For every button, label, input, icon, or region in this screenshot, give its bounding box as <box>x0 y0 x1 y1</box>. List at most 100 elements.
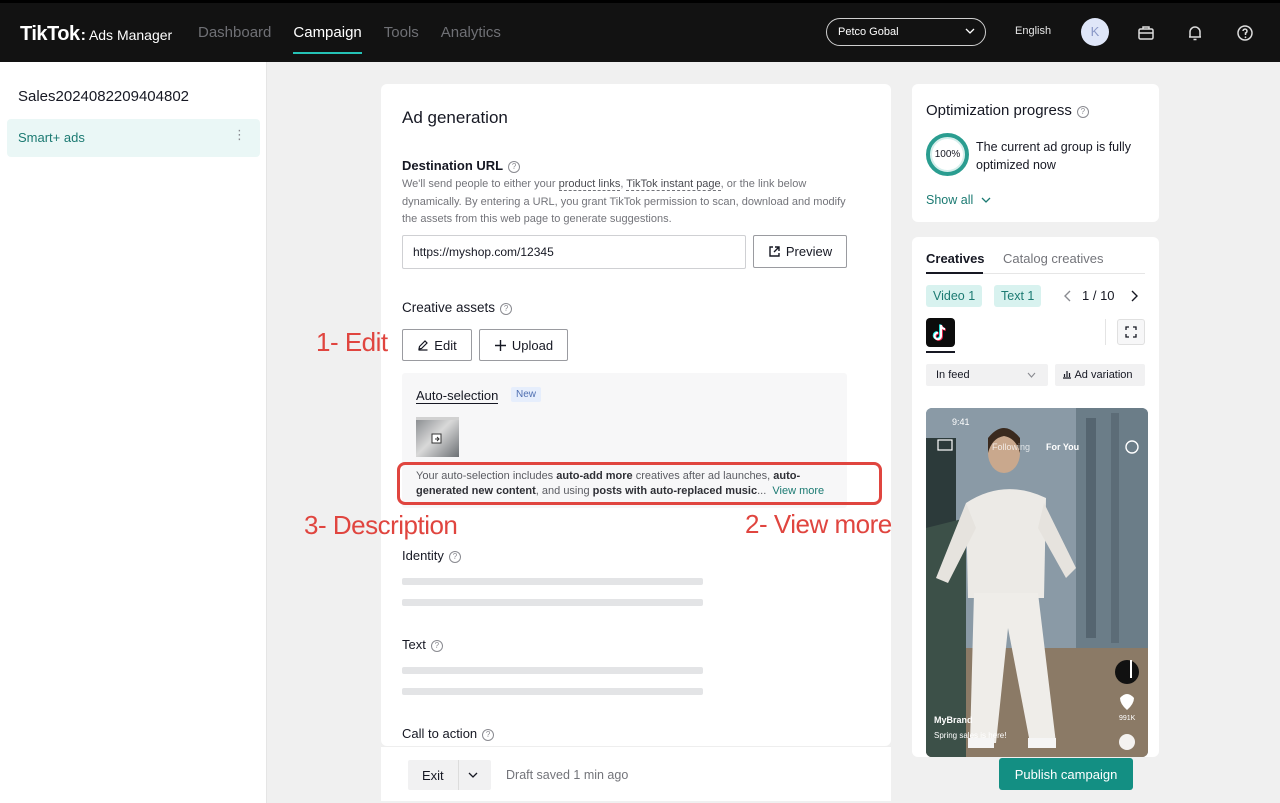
help-icon[interactable]: ? <box>500 303 513 315</box>
preview-label: Preview <box>785 244 833 259</box>
placement-indicator <box>926 351 955 353</box>
video-frame-illustration <box>926 408 1148 757</box>
text-heading: Text? <box>402 637 443 652</box>
exit-button[interactable]: Exit <box>408 760 491 790</box>
nav-dashboard[interactable]: Dashboard <box>198 3 271 62</box>
edit-label: Edit <box>434 337 457 353</box>
loading-skeleton <box>402 667 703 674</box>
show-all-label: Show all <box>926 193 974 207</box>
tab-catalog-creatives[interactable]: Catalog creatives <box>1003 251 1103 266</box>
text-chip[interactable]: Text 1 <box>994 285 1042 307</box>
draft-status: Draft saved 1 min ago <box>506 768 629 782</box>
show-all-link[interactable]: Show all <box>926 193 991 207</box>
page-title: Ad generation <box>402 108 508 127</box>
call-to-action-label: Call to action <box>402 726 478 741</box>
replace-icon <box>431 433 442 444</box>
nav-analytics[interactable]: Analytics <box>441 3 501 62</box>
progress-ring: 100% <box>926 133 969 176</box>
creative-thumbnail[interactable] <box>416 417 459 457</box>
sidebar-item-label: Smart+ ads <box>18 130 85 145</box>
call-to-action-heading: Call to action? <box>402 726 495 741</box>
account-selector[interactable]: Petco Gobal <box>826 18 986 46</box>
destination-url-input[interactable] <box>402 235 746 269</box>
briefcase-icon[interactable] <box>1137 24 1155 42</box>
pager: 1 / 10 <box>1082 288 1115 303</box>
tab-creatives[interactable]: Creatives <box>926 251 985 266</box>
avatar[interactable]: K <box>1081 18 1109 46</box>
loading-skeleton <box>402 599 703 606</box>
video-preview[interactable]: 9:41 Following For You 991K MyBrand Spri… <box>926 408 1148 757</box>
identity-heading: Identity? <box>402 548 461 563</box>
help-icon[interactable] <box>1236 24 1254 42</box>
help-icon[interactable]: ? <box>448 551 461 563</box>
help-icon[interactable]: ? <box>430 640 443 652</box>
upload-button[interactable]: Upload <box>479 329 568 361</box>
chevron-down-icon[interactable] <box>468 770 478 780</box>
main-nav: Dashboard Campaign Tools Analytics <box>198 3 501 62</box>
nav-campaign[interactable]: Campaign <box>293 3 363 62</box>
for-you-tab: For You <box>1046 442 1080 452</box>
like-count: 991K <box>1119 715 1136 722</box>
chevron-right-icon[interactable] <box>1129 290 1139 302</box>
video-caption: Spring sales is here! <box>934 731 1007 740</box>
logo-colon: : <box>80 27 86 44</box>
phone-time: 9:41 <box>952 417 970 427</box>
chevron-left-icon[interactable] <box>1063 290 1073 302</box>
following-tab: Following <box>992 442 1031 452</box>
divider <box>458 760 459 790</box>
annotation-view-more: 2- View more <box>745 509 892 539</box>
optimization-title-label: Optimization progress <box>926 102 1072 119</box>
help-icon[interactable]: ? <box>1076 106 1089 118</box>
campaign-sidebar: Sales2024082209404802 Smart+ ads ⋮ <box>0 62 267 803</box>
expand-icon <box>1125 326 1137 338</box>
plus-icon <box>494 339 506 351</box>
loading-skeleton <box>402 688 703 695</box>
brand-name: MyBrand <box>934 715 973 725</box>
new-badge: New <box>511 387 542 402</box>
chevron-down-icon <box>965 28 975 34</box>
help-icon[interactable]: ? <box>482 729 495 741</box>
identity-label: Identity <box>402 548 444 563</box>
chart-icon <box>1063 371 1071 379</box>
annotation-highlight-box <box>397 462 882 505</box>
preview-button[interactable]: Preview <box>753 235 847 268</box>
sidebar-item-smart-ads[interactable]: Smart+ ads ⋮ <box>7 119 260 157</box>
fullscreen-button[interactable] <box>1117 319 1145 345</box>
instant-page-link[interactable]: TikTok instant page <box>626 178 721 191</box>
optimization-status: The current ad group is fully optimized … <box>976 140 1131 172</box>
tiktok-icon <box>932 324 947 341</box>
text-label: Text <box>402 637 426 652</box>
tiktok-ads-manager-logo[interactable]: TikTok: Ads Manager <box>20 23 172 46</box>
campaign-name: Sales2024082209404802 <box>18 88 189 105</box>
desc-text: We'll send people to either your <box>402 178 559 190</box>
tiktok-placement-icon[interactable] <box>926 318 955 347</box>
external-link-icon <box>769 246 780 257</box>
edit-button[interactable]: Edit <box>402 329 472 361</box>
language-selector[interactable]: English <box>1015 25 1051 37</box>
optimization-progress-card: Optimization progress? 100% The current … <box>912 84 1159 222</box>
product-links-link[interactable]: product links <box>558 178 621 191</box>
footer-bar: Exit Draft saved 1 min ago <box>381 746 891 801</box>
creative-assets-heading: Creative assets? <box>402 300 513 315</box>
account-name: Petco Gobal <box>838 26 899 38</box>
loading-skeleton <box>402 578 703 585</box>
destination-url-description: We'll send people to either your product… <box>402 176 852 229</box>
chevron-down-icon <box>981 197 991 203</box>
video-chip[interactable]: Video 1 <box>926 285 983 307</box>
bell-icon[interactable] <box>1186 24 1204 42</box>
placement-dropdown[interactable]: In feed <box>926 364 1048 386</box>
ad-variation-button[interactable]: Ad variation <box>1055 364 1145 386</box>
auto-selection-title[interactable]: Auto-selection <box>416 388 499 404</box>
more-options-icon[interactable]: ⋮ <box>233 127 246 143</box>
help-icon[interactable]: ? <box>508 161 521 173</box>
nav-tools[interactable]: Tools <box>384 3 419 62</box>
logo-sub: Ads Manager <box>88 27 173 43</box>
ad-variation-label: Ad variation <box>1074 369 1133 381</box>
annotation-edit: 1- Edit <box>316 327 388 357</box>
top-bar: TikTok: Ads Manager Dashboard Campaign To… <box>0 0 1280 62</box>
publish-campaign-button[interactable]: Publish campaign <box>999 758 1133 790</box>
upload-label: Upload <box>511 337 554 353</box>
divider <box>1105 319 1106 345</box>
destination-url-label: Destination URL <box>402 158 504 173</box>
creative-assets-label: Creative assets <box>402 300 496 315</box>
